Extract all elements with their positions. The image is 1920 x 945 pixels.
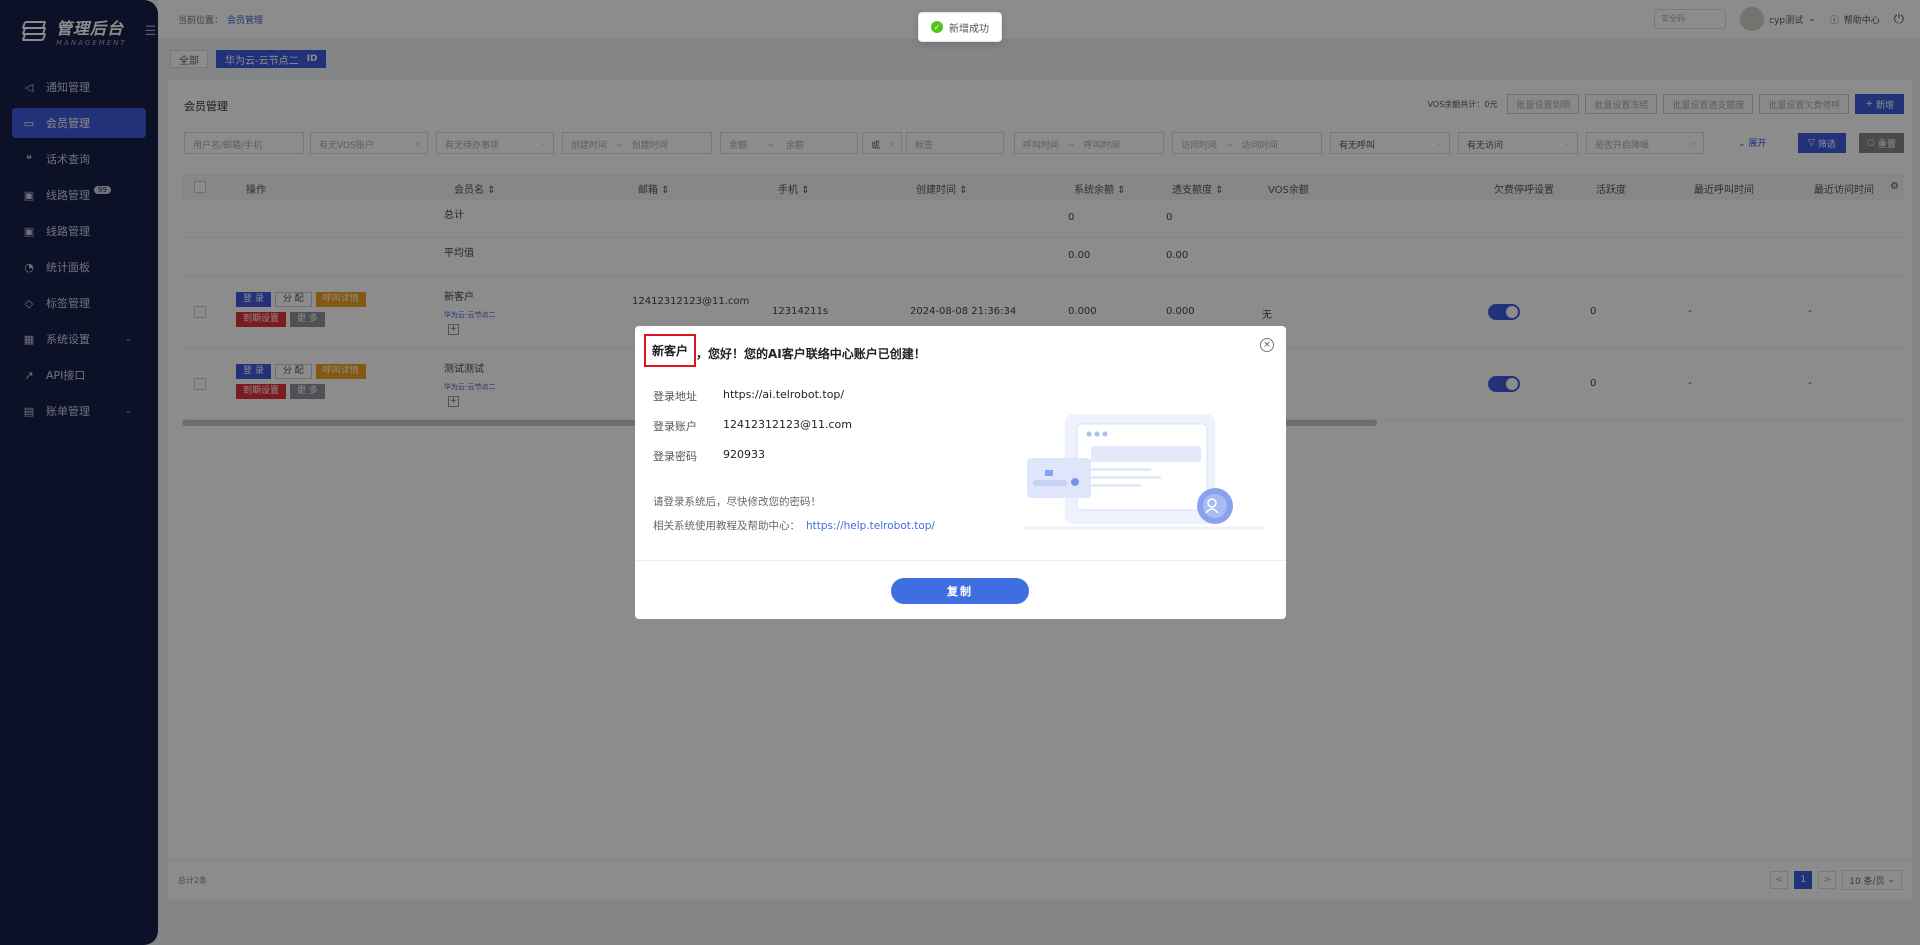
- login-url-row: 登录地址 https://ai.telrobot.top/: [653, 388, 844, 404]
- copy-button[interactable]: 复制: [891, 578, 1029, 604]
- check-circle-icon: ✓: [931, 21, 943, 33]
- login-url-label: 登录地址: [653, 390, 697, 403]
- close-icon[interactable]: ×: [1260, 338, 1274, 352]
- help-note: 相关系统使用教程及帮助中心： https://help.telrobot.top/: [653, 518, 935, 533]
- password-label: 登录密码: [653, 450, 697, 463]
- dialog-divider: [635, 560, 1286, 561]
- success-toast: ✓ 新增成功: [918, 12, 1002, 42]
- change-password-note: 请登录系统后，尽快修改您的密码！: [653, 496, 821, 508]
- account-value: 12412312123@11.com: [723, 418, 852, 431]
- login-url-link[interactable]: https://ai.telrobot.top/: [723, 388, 844, 404]
- customer-name-highlight: 新客户: [644, 334, 697, 367]
- help-note-text: 相关系统使用教程及帮助中心：: [653, 520, 800, 532]
- password-row: 登录密码 920933: [653, 448, 765, 464]
- help-url-link[interactable]: https://help.telrobot.top/: [806, 520, 935, 532]
- toast-text: 新增成功: [949, 23, 989, 35]
- illustration-image: [1025, 414, 1265, 530]
- dialog-title: 新客户 ，您好！您的AI客户联络中心账户已创建！: [644, 334, 926, 367]
- password-value: 920933: [723, 448, 765, 461]
- account-created-dialog: 新客户 ，您好！您的AI客户联络中心账户已创建！ × 登录地址 https://a…: [635, 326, 1286, 619]
- account-label: 登录账户: [653, 420, 697, 433]
- dialog-title-text: ，您好！您的AI客户联络中心账户已创建！: [696, 347, 926, 361]
- account-row: 登录账户 12412312123@11.com: [653, 418, 852, 434]
